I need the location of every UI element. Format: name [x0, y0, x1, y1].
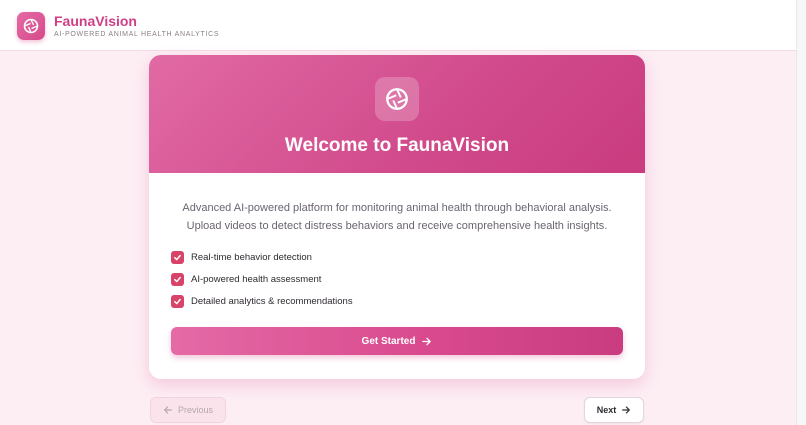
- welcome-banner: Welcome to FaunaVision: [149, 55, 645, 173]
- feature-label: Real-time behavior detection: [191, 251, 312, 263]
- next-label: Next: [596, 405, 617, 415]
- brand-name: FaunaVision: [54, 13, 137, 29]
- previous-button[interactable]: Previous: [150, 397, 226, 423]
- get-started-label: Get Started: [361, 335, 416, 347]
- next-button[interactable]: Next: [584, 397, 644, 423]
- welcome-card: Welcome to FaunaVision Advanced AI-power…: [149, 55, 645, 379]
- previous-label: Previous: [177, 405, 213, 415]
- feature-list: Real-time behavior detection AI-powered …: [171, 246, 353, 312]
- checkmark-icon: [171, 294, 184, 308]
- app-logo[interactable]: [17, 12, 45, 40]
- description-line-2: Upload videos to detect distress behavio…: [186, 220, 608, 232]
- checkmark-icon: [171, 272, 184, 286]
- brand-tagline: AI-POWERED ANIMAL HEALTH ANALYTICS: [54, 31, 220, 38]
- aperture-icon: [386, 88, 408, 110]
- app-header: FaunaVision AI-POWERED ANIMAL HEALTH ANA…: [0, 0, 806, 51]
- get-started-button[interactable]: Get Started: [171, 327, 623, 355]
- feature-item: AI-powered health assessment: [171, 268, 353, 290]
- feature-label: AI-powered health assessment: [191, 273, 322, 285]
- welcome-description: Advanced AI-powered platform for monitor…: [149, 199, 645, 235]
- arrow-left-icon: [164, 406, 172, 414]
- aperture-icon: [23, 18, 39, 34]
- scrollbar[interactable]: [796, 0, 806, 425]
- feature-label: Detailed analytics & recommendations: [191, 295, 353, 307]
- feature-item: Real-time behavior detection: [171, 246, 353, 268]
- feature-item: Detailed analytics & recommendations: [171, 290, 353, 312]
- arrow-right-icon: [422, 337, 432, 345]
- hero-aperture-icon: [375, 77, 419, 121]
- arrow-right-icon: [622, 406, 631, 414]
- checkmark-icon: [171, 250, 184, 264]
- welcome-title: Welcome to FaunaVision: [284, 135, 510, 156]
- description-line-1: Advanced AI-powered platform for monitor…: [182, 202, 612, 214]
